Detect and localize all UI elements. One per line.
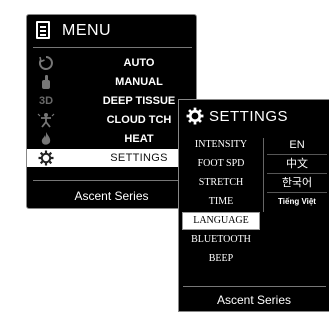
menu-header: MENU <box>27 15 196 47</box>
menu-item-auto[interactable]: AUTO <box>27 54 196 72</box>
settings-header: SETTINGS <box>179 100 329 132</box>
3d-icon: 3D <box>38 95 54 107</box>
divider <box>33 47 192 48</box>
menu-item-label: AUTO <box>123 57 155 69</box>
settings-item-language[interactable]: LANGUAGE <box>182 212 260 230</box>
language-option-chinese[interactable]: 中文 <box>267 155 327 173</box>
menu-item-cloud-touch[interactable]: CLOUD TCH <box>27 111 196 129</box>
menu-title: MENU <box>62 22 112 39</box>
settings-item-intensity[interactable]: INTENSITY <box>182 136 260 154</box>
settings-item-stretch[interactable]: STRETCH <box>182 174 260 192</box>
menu-list-icon <box>36 21 50 39</box>
menu-item-manual[interactable]: MANUAL <box>27 73 196 91</box>
menu-item-label: MANUAL <box>115 76 163 88</box>
cloud-touch-icon <box>36 112 56 128</box>
brand-footer: Ascent Series <box>74 189 149 203</box>
settings-item-bluetooth[interactable]: BLUETOOTH <box>182 231 260 249</box>
divider <box>263 138 264 212</box>
settings-title: SETTINGS <box>209 108 289 125</box>
brand-footer: Ascent Series <box>216 293 292 307</box>
menu-panel: MENU AUTO MANUAL 3D DEEP TISSUE CLOUD TC… <box>26 14 197 209</box>
menu-item-heat[interactable]: HEAT <box>27 130 196 148</box>
menu-item-deep-tissue[interactable]: 3D DEEP TISSUE <box>27 92 196 110</box>
flame-icon <box>36 131 56 147</box>
settings-item-time[interactable]: TIME <box>182 193 260 211</box>
language-option-en[interactable]: EN <box>267 136 327 154</box>
hand-icon <box>36 74 56 90</box>
auto-cycle-icon <box>36 55 56 71</box>
gear-icon <box>186 107 204 130</box>
settings-panel: SETTINGS INTENSITY FOOT SPD STRETCH TIME… <box>178 99 329 312</box>
menu-item-settings[interactable]: SETTINGS <box>27 149 196 167</box>
settings-item-beep[interactable]: BEEP <box>182 250 260 268</box>
divider <box>33 180 192 181</box>
settings-item-foot-speed[interactable]: FOOT SPD <box>182 155 260 173</box>
divider <box>183 286 326 287</box>
language-option-vietnamese[interactable]: Tiếng Việt <box>267 193 327 211</box>
gear-icon <box>36 150 56 166</box>
language-option-korean[interactable]: 한국어 <box>267 174 327 192</box>
